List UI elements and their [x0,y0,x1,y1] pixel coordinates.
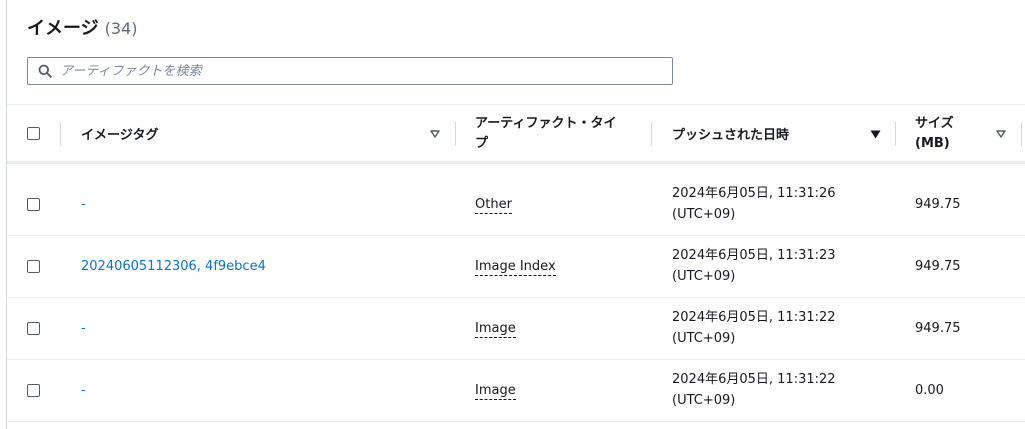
search-box[interactable] [27,57,673,85]
pushed-at: 2024年6月05日, 11:31:26 (UTC+09) [672,183,836,225]
artifact-type[interactable]: Image [475,321,516,338]
pushed-at-date: 2024年6月05日, 11:31:23 [672,248,836,263]
image-tag-link[interactable]: 20240605112306, 4f9ebce4 [81,259,266,274]
column-header-artifact-type[interactable]: アーティファクト・タイ プ [475,105,645,162]
column-header-artifact-type-line2: プ [475,135,489,151]
pushed-at-timezone: (UTC+09) [672,331,736,346]
column-separator [895,122,896,146]
artifact-type[interactable]: Other [475,197,512,214]
image-tag-link[interactable]: - [81,321,86,336]
panel-header: イメージ (34) [27,14,137,42]
pushed-at-date: 2024年6月05日, 11:31:26 [672,186,836,201]
column-separator [1021,122,1022,146]
column-header-pushed-at[interactable]: プッシュされた日時 [672,105,872,162]
image-tag-link[interactable]: - [81,383,86,398]
search-icon [32,58,58,84]
images-panel: イメージ (34) イメージタグ アーティファクト・タイ プ プッシュされた日時 [6,0,1025,429]
artifact-type[interactable]: Image Index [475,259,556,276]
search-input[interactable] [58,62,652,80]
row-checkbox[interactable] [27,384,40,397]
row-checkbox[interactable] [27,198,40,211]
caret-down-outline-icon[interactable] [995,128,1007,140]
pushed-at-timezone: (UTC+09) [672,207,736,222]
pushed-at-date: 2024年6月05日, 11:31:22 [672,310,836,325]
column-header-pushed-at-label: プッシュされた日時 [672,128,790,143]
table-row: 20240605112306, 4f9ebce4 Image Index 202… [7,236,1025,298]
artifact-type[interactable]: Image [475,383,516,400]
caret-down-outline-icon[interactable] [429,128,441,140]
column-header-image-tag-label: イメージタグ [81,128,159,143]
column-header-image-tag[interactable]: イメージタグ [81,105,441,162]
pushed-at: 2024年6月05日, 11:31:23 (UTC+09) [672,245,836,287]
column-header-size-line2: (MB) [915,135,950,151]
column-separator [455,122,456,146]
pushed-at: 2024年6月05日, 11:31:22 (UTC+09) [672,369,836,411]
caret-down-filled-icon[interactable] [869,128,881,140]
pushed-at: 2024年6月05日, 11:31:22 (UTC+09) [672,307,836,349]
image-size: 0.00 [915,383,944,398]
select-all-checkbox[interactable] [27,127,40,140]
table-row: - Image 2024年6月05日, 11:31:22 (UTC+09) 0.… [7,360,1025,422]
column-header-artifact-type-line1: アーティファクト・タイ [475,115,617,131]
pushed-at-timezone: (UTC+09) [672,269,736,284]
row-checkbox[interactable] [27,260,40,273]
page-title: イメージ [27,18,99,39]
column-separator [651,122,652,146]
column-separator [60,122,61,146]
table-row: - Other 2024年6月05日, 11:31:26 (UTC+09) 94… [7,174,1025,236]
image-size: 949.75 [915,197,961,212]
image-size: 949.75 [915,259,961,274]
image-tag-link[interactable]: - [81,197,86,212]
image-size: 949.75 [915,321,961,336]
row-checkbox[interactable] [27,322,40,335]
column-header-size[interactable]: サイズ (MB) [915,105,985,162]
image-count: (34) [104,19,138,38]
column-header-size-line1: サイズ [915,115,954,131]
pushed-at-timezone: (UTC+09) [672,393,736,408]
table-row: - Image 2024年6月05日, 11:31:22 (UTC+09) 94… [7,298,1025,360]
pushed-at-date: 2024年6月05日, 11:31:22 [672,372,836,387]
table-header: イメージタグ アーティファクト・タイ プ プッシュされた日時 サイズ (MB) [7,104,1025,164]
